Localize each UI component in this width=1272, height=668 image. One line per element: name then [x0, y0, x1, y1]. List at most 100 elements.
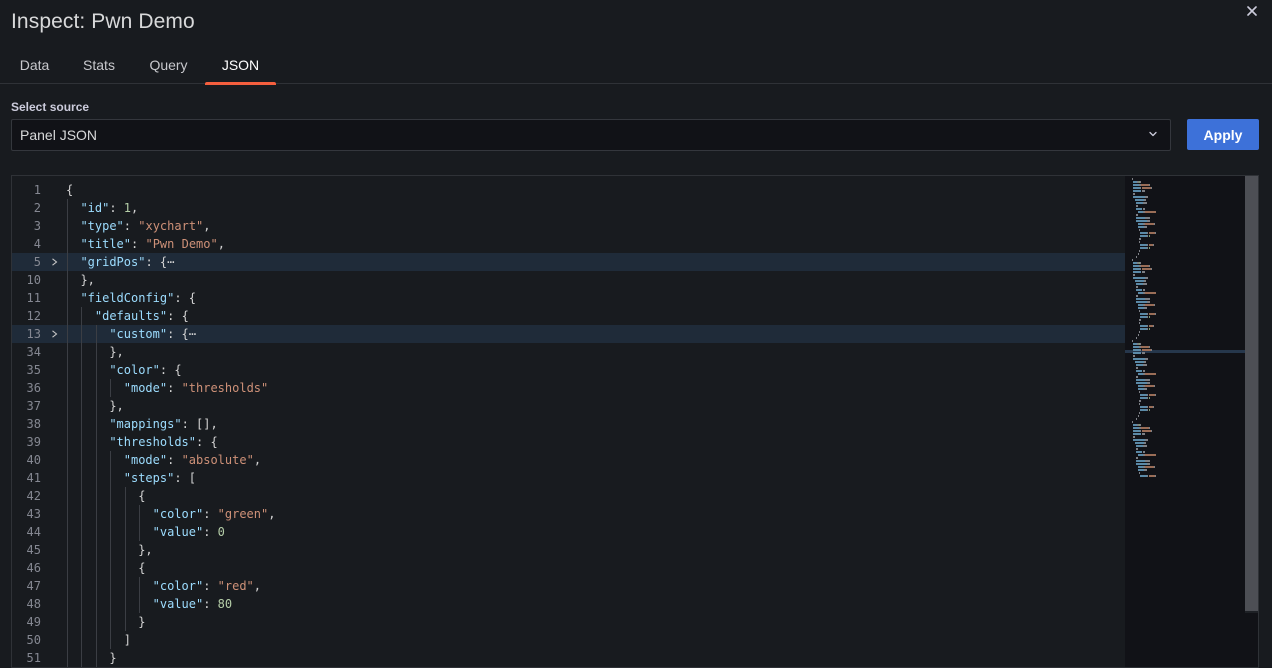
minimap-token — [1136, 301, 1147, 303]
code-text: { — [138, 561, 146, 575]
chevron-right-icon[interactable] — [51, 258, 58, 266]
minimap-token — [1147, 382, 1150, 384]
code-line[interactable]: 40 "mode": "absolute", — [12, 451, 1125, 469]
code-line[interactable]: 36 "mode": "thresholds" — [12, 379, 1125, 397]
code-text: }, — [138, 543, 153, 557]
code-line[interactable]: 51} — [12, 649, 1125, 667]
code-line[interactable]: 12 "defaults": { — [12, 307, 1125, 325]
code-line[interactable]: 1{ — [12, 181, 1125, 199]
code-line[interactable]: 39 "thresholds": { — [12, 433, 1125, 451]
line-number: 50 — [26, 633, 41, 647]
minimap-token — [1144, 223, 1154, 225]
code-line[interactable]: 43 "color": "green", — [12, 505, 1125, 523]
minimap-token — [1145, 298, 1150, 300]
minimap-token — [1136, 205, 1138, 207]
minimap-token — [1153, 466, 1155, 468]
minimap-token — [1144, 454, 1156, 456]
minimap-token — [1146, 283, 1148, 285]
code-line[interactable]: 3 "type": "xychart", — [12, 217, 1125, 235]
code-line[interactable]: 34}, — [12, 343, 1125, 361]
minimap-token — [1143, 280, 1147, 282]
minimap-token — [1150, 349, 1152, 351]
code-line[interactable]: 45}, — [12, 541, 1125, 559]
minimap-token — [1154, 232, 1156, 234]
minimap-token — [1144, 373, 1156, 375]
code-text: "defaults": { — [94, 309, 189, 323]
code-line[interactable]: 48 "value": 80 — [12, 595, 1125, 613]
minimap-token — [1137, 253, 1139, 255]
minimap-token — [1139, 391, 1140, 393]
minimap-token — [1143, 442, 1147, 444]
code-line[interactable]: 10}, — [12, 271, 1125, 289]
tab-query[interactable]: Query — [148, 57, 189, 84]
code-text: "fieldConfig": { — [80, 291, 197, 305]
line-number: 34 — [26, 345, 41, 359]
line-number: 39 — [26, 435, 41, 449]
minimap-token — [1133, 277, 1146, 279]
minimap-token — [1136, 202, 1144, 204]
code-text: "color": "green", — [152, 507, 276, 521]
indent-guide — [124, 487, 126, 631]
minimap-token — [1133, 436, 1136, 438]
minimap-token — [1153, 244, 1154, 246]
code-line[interactable]: 2 "id": 1, — [12, 199, 1125, 217]
apply-button[interactable]: Apply — [1187, 119, 1259, 150]
code-line[interactable]: 47 "color": "red", — [12, 577, 1125, 595]
code-line[interactable]: 44 "value": 0 — [12, 523, 1125, 541]
code-line[interactable]: 5 "gridPos": {⋯ — [12, 253, 1125, 271]
code-text: "mode": "thresholds" — [123, 381, 269, 395]
minimap-token — [1150, 187, 1152, 189]
editor-minimap[interactable] — [1125, 176, 1245, 667]
code-text: "id": 1, — [80, 201, 139, 215]
code-text: }, — [109, 345, 124, 359]
tab-stats[interactable]: Stats — [82, 57, 116, 84]
minimap-token — [1136, 295, 1138, 297]
minimap-token — [1148, 235, 1150, 237]
code-area[interactable]: 1{2 "id": 1, 3 "type": "xychart", 4 "title": … — [12, 181, 1125, 667]
json-editor[interactable]: 1{2 "id": 1, 3 "type": "xychart", 4 "title": … — [11, 175, 1259, 668]
code-line[interactable]: 42 { — [12, 487, 1125, 505]
line-number: 5 — [33, 255, 41, 269]
minimap-token — [1139, 322, 1140, 324]
code-text: "value": 0 — [152, 525, 225, 539]
code-text: "title": "Pwn Demo", — [80, 237, 225, 251]
minimap-token — [1139, 238, 1141, 240]
minimap-token — [1140, 265, 1149, 267]
code-text: ] — [123, 633, 131, 647]
minimap-token — [1142, 370, 1146, 372]
minimap-token — [1148, 397, 1150, 399]
minimap-token — [1144, 271, 1146, 273]
code-line[interactable]: 37}, — [12, 397, 1125, 415]
code-text: "type": "xychart", — [80, 219, 211, 233]
scrollbar-thumb[interactable] — [1245, 176, 1258, 611]
code-line[interactable]: 4 "title": "Pwn Demo", — [12, 235, 1125, 253]
chevron-right-icon[interactable] — [51, 330, 58, 338]
close-icon[interactable] — [1244, 3, 1260, 19]
minimap-token — [1140, 346, 1149, 348]
minimap-token — [1145, 196, 1148, 198]
minimap-token — [1143, 199, 1147, 201]
code-line[interactable]: 41 "steps": [ — [12, 469, 1125, 487]
minimap-token — [1133, 433, 1142, 435]
code-line[interactable]: 38 "mappings": [], — [12, 415, 1125, 433]
code-line[interactable]: 13 "custom": {⋯ — [12, 325, 1125, 343]
code-line[interactable]: 50] — [12, 631, 1125, 649]
line-number: 40 — [26, 453, 41, 467]
minimap-token — [1139, 181, 1141, 183]
source-select[interactable]: Panel JSON — [11, 119, 1171, 151]
editor-scrollbar[interactable] — [1245, 176, 1258, 667]
minimap-token — [1146, 202, 1148, 204]
code-line[interactable]: 49} — [12, 613, 1125, 631]
code-line[interactable]: 11 "fieldConfig": { — [12, 289, 1125, 307]
tab-json[interactable]: JSON — [205, 57, 276, 85]
minimap-token — [1153, 304, 1155, 306]
code-line[interactable]: 46 { — [12, 559, 1125, 577]
tab-data[interactable]: Data — [19, 57, 50, 84]
code-line[interactable]: 35 "color": { — [12, 361, 1125, 379]
minimap-token — [1144, 211, 1156, 213]
minimap-token — [1145, 217, 1150, 219]
minimap-token — [1154, 394, 1156, 396]
code-text: "custom": {⋯ — [109, 327, 197, 341]
minimap-token — [1145, 460, 1150, 462]
minimap-token — [1154, 313, 1156, 315]
